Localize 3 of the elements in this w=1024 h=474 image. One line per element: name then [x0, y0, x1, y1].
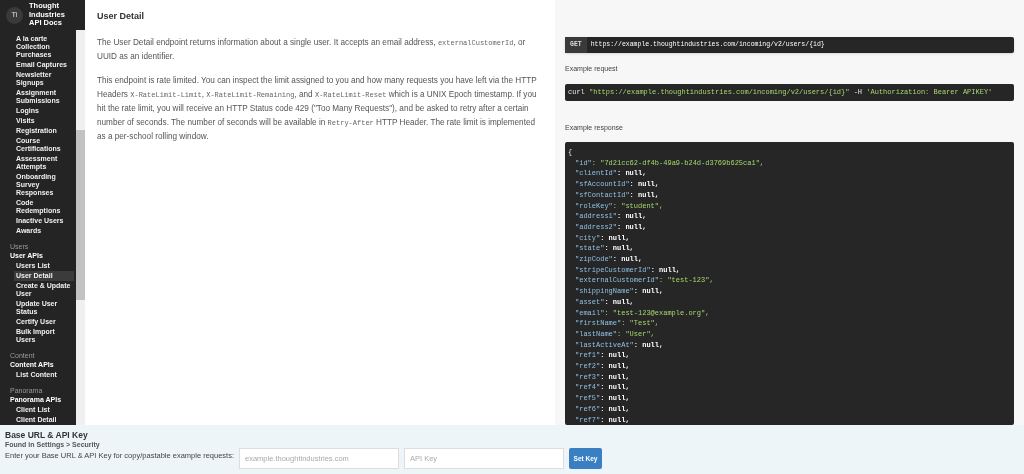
footer-title: Base URL & API Key [5, 430, 88, 440]
page-title: User Detail [97, 10, 146, 23]
scrollbar[interactable] [76, 30, 85, 425]
